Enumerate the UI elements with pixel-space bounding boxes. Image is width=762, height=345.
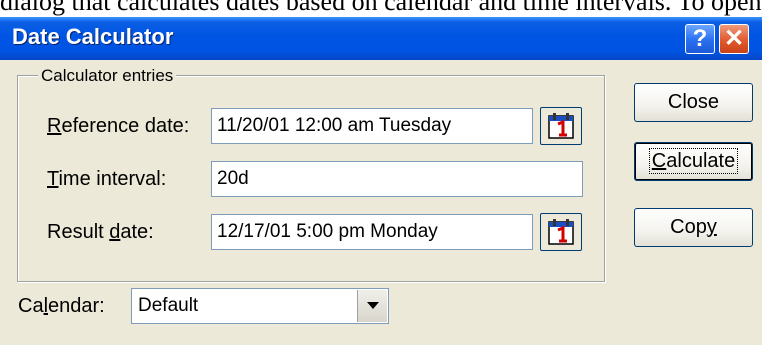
document-clipped-text: dialog that calculates dates based on ca… <box>0 0 762 16</box>
close-icon: ✕ <box>723 25 745 52</box>
calendar-dropdown-button[interactable] <box>357 290 387 322</box>
title-bar[interactable]: Date Calculator ? ✕ <box>0 17 762 60</box>
result-date-label-text: ate: <box>120 221 154 243</box>
reference-date-mnemonic: R <box>47 115 62 137</box>
result-date-value: 12/17/01 5:00 pm Monday <box>217 221 438 242</box>
time-interval-value: 20d <box>217 168 249 189</box>
window-close-button[interactable]: ✕ <box>719 24 749 54</box>
calendar-select[interactable]: Default <box>131 288 389 324</box>
result-date-label: Result date: <box>47 220 154 244</box>
reference-date-label: Reference date: <box>47 114 189 138</box>
result-date-label-prefix: Result <box>47 221 110 243</box>
close-button[interactable]: Close <box>634 83 753 122</box>
calculate-button-label: Calculate <box>648 148 739 174</box>
calculate-mnemonic: C <box>651 150 667 172</box>
time-interval-label: Time interval: <box>47 167 166 191</box>
close-button-label: Close <box>667 91 720 113</box>
calendar-selected-value: Default <box>138 295 199 316</box>
calendar-label-text: endar: <box>48 295 105 317</box>
date-calculator-dialog: Date Calculator ? ✕ Calculator entries R… <box>0 17 762 345</box>
result-date-calendar-button[interactable] <box>540 213 582 251</box>
help-icon: ? <box>692 25 708 52</box>
time-interval-label-text: ime interval: <box>58 168 167 190</box>
calculate-label-text: alculate <box>666 150 736 172</box>
reference-date-label-text: eference date: <box>61 115 190 137</box>
reference-date-calendar-button[interactable] <box>540 107 582 145</box>
calendar-label-prefix: Ca <box>18 295 44 317</box>
group-legend: Calculator entries <box>38 66 177 86</box>
copy-button-label: Copy <box>670 216 717 238</box>
reference-date-value: 11/20/01 12:00 am Tuesday <box>217 115 452 136</box>
window-title: Date Calculator <box>12 24 174 49</box>
time-interval-mnemonic: T <box>47 168 59 190</box>
help-button[interactable]: ? <box>685 24 715 54</box>
time-interval-input[interactable]: 20d <box>211 161 583 197</box>
reference-date-input[interactable]: 11/20/01 12:00 am Tuesday <box>211 108 533 144</box>
chevron-down-icon <box>367 302 379 309</box>
copy-button[interactable]: Copy <box>634 208 753 247</box>
copy-mnemonic: y <box>706 216 717 238</box>
calendar-icon <box>548 219 574 245</box>
calendar-icon <box>548 113 574 139</box>
calendar-label: Calendar: <box>18 294 105 318</box>
result-date-input[interactable]: 12/17/01 5:00 pm Monday <box>211 214 533 250</box>
copy-label-text: Cop <box>670 216 707 238</box>
calculate-button[interactable]: Calculate <box>634 142 753 181</box>
result-date-mnemonic: d <box>109 221 121 243</box>
